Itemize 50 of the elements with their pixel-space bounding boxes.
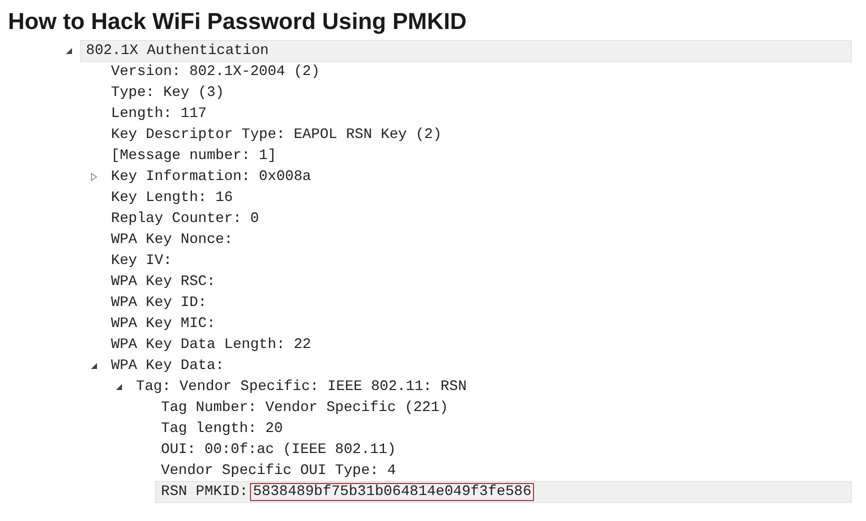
field-text: WPA Key MIC: <box>111 316 216 332</box>
tree-row[interactable]: WPA Key RSC: <box>105 270 852 292</box>
field-text: WPA Key Data Length: 22 <box>111 336 312 352</box>
expanded-triangle-icon[interactable] <box>90 362 98 370</box>
field-text: Type: Key (3) <box>111 84 224 100</box>
highlighted-value: 5838489bf75b31b064814e049f3fe586 <box>250 482 534 500</box>
tree-row[interactable]: Tag: Vendor Specific: IEEE 802.11: RSN <box>130 376 852 398</box>
field-text: Tag length: 20 <box>161 420 283 436</box>
field-text: Key IV: <box>111 252 172 268</box>
tree-row[interactable]: OUI: 00:0f:ac (IEEE 802.11) <box>155 438 852 460</box>
field-text: Key Descriptor Type: EAPOL RSN Key (2) <box>111 126 442 142</box>
tree-row[interactable]: WPA Key ID: <box>105 292 852 314</box>
tree-row[interactable]: Replay Counter: 0 <box>105 208 852 230</box>
tree-row[interactable]: Length: 117 <box>105 102 852 124</box>
tree-row[interactable]: 802.1X Authentication <box>80 40 852 62</box>
tree-row[interactable]: WPA Key Data: <box>105 354 852 376</box>
field-text: [Message number: 1] <box>111 148 276 164</box>
field-text: WPA Key Nonce: <box>111 232 233 248</box>
field-text: Key Length: 16 <box>111 190 233 206</box>
field-text: Vendor Specific OUI Type: 4 <box>161 462 396 478</box>
tree-row[interactable]: Key IV: <box>105 250 852 272</box>
tree-row[interactable]: Vendor Specific OUI Type: 4 <box>155 460 852 482</box>
tree-row[interactable]: Version: 802.1X-2004 (2) <box>105 60 852 82</box>
tree-row[interactable]: WPA Key MIC: <box>105 312 852 334</box>
tree-row[interactable]: Key Length: 16 <box>105 186 852 208</box>
tree-row[interactable]: RSN PMKID: 5838489bf75b31b064814e049f3fe586 <box>155 480 852 502</box>
tree-row[interactable]: Type: Key (3) <box>105 82 852 104</box>
field-text: Version: 802.1X-2004 (2) <box>111 64 320 80</box>
tree-row[interactable]: Tag Number: Vendor Specific (221) <box>155 396 852 418</box>
tree-row[interactable]: [Message number: 1] <box>105 144 852 166</box>
tree-row[interactable]: Tag length: 20 <box>155 418 852 440</box>
expanded-triangle-icon[interactable] <box>65 46 73 54</box>
field-text: OUI: 00:0f:ac (IEEE 802.11) <box>161 442 396 458</box>
field-text: WPA Key ID: <box>111 294 207 310</box>
field-text: Replay Counter: 0 <box>111 210 259 226</box>
field-text: WPA Key RSC: <box>111 274 216 290</box>
article-title: How to Hack WiFi Password Using PMKID <box>7 7 468 36</box>
field-text: WPA Key Data: <box>111 358 224 374</box>
expanded-triangle-icon[interactable] <box>115 382 123 390</box>
tree-row[interactable]: WPA Key Nonce: <box>105 228 852 250</box>
field-text: RSN PMKID: <box>161 484 248 500</box>
field-text: Length: 117 <box>111 106 207 122</box>
collapsed-triangle-icon[interactable] <box>90 172 98 180</box>
tree-row[interactable]: Key Information: 0x008a <box>105 166 852 188</box>
field-text: Tag Number: Vendor Specific (221) <box>161 400 448 416</box>
tree-row[interactable]: Key Descriptor Type: EAPOL RSN Key (2) <box>105 124 852 146</box>
field-text: Key Information: 0x008a <box>111 168 312 184</box>
tree-row[interactable]: WPA Key Data Length: 22 <box>105 334 852 356</box>
field-text: Tag: Vendor Specific: IEEE 802.11: RSN <box>136 378 467 394</box>
field-text: 802.1X Authentication <box>86 42 269 58</box>
